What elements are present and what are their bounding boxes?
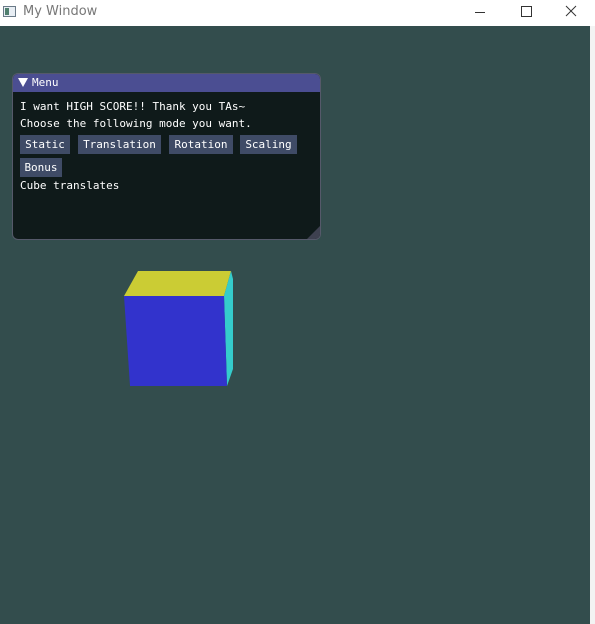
rotation-button[interactable]: Rotation	[169, 135, 233, 154]
cube-front-face	[124, 296, 227, 386]
app-window: My Window Menu I want HIGH SCORE!! Thank…	[0, 0, 595, 624]
triangle-down-icon[interactable]	[18, 78, 28, 87]
menu-panel[interactable]: Menu I want HIGH SCORE!! Thank you TAs~ …	[12, 73, 321, 240]
scaling-button[interactable]: Scaling	[240, 135, 297, 154]
menu-title: Menu	[32, 76, 59, 89]
menu-text-line: I want HIGH SCORE!! Thank you TAs~	[20, 100, 246, 113]
static-button[interactable]: Static	[20, 135, 70, 154]
resize-grip-icon[interactable]	[307, 226, 320, 239]
menu-instruction: Choose the following mode you want.	[20, 117, 252, 130]
bonus-button[interactable]: Bonus	[20, 158, 62, 177]
cube-top-face	[124, 271, 231, 296]
menu-header[interactable]: Menu	[13, 74, 320, 92]
translation-button[interactable]: Translation	[78, 135, 161, 154]
mode-status-text: Cube translates	[20, 179, 120, 192]
